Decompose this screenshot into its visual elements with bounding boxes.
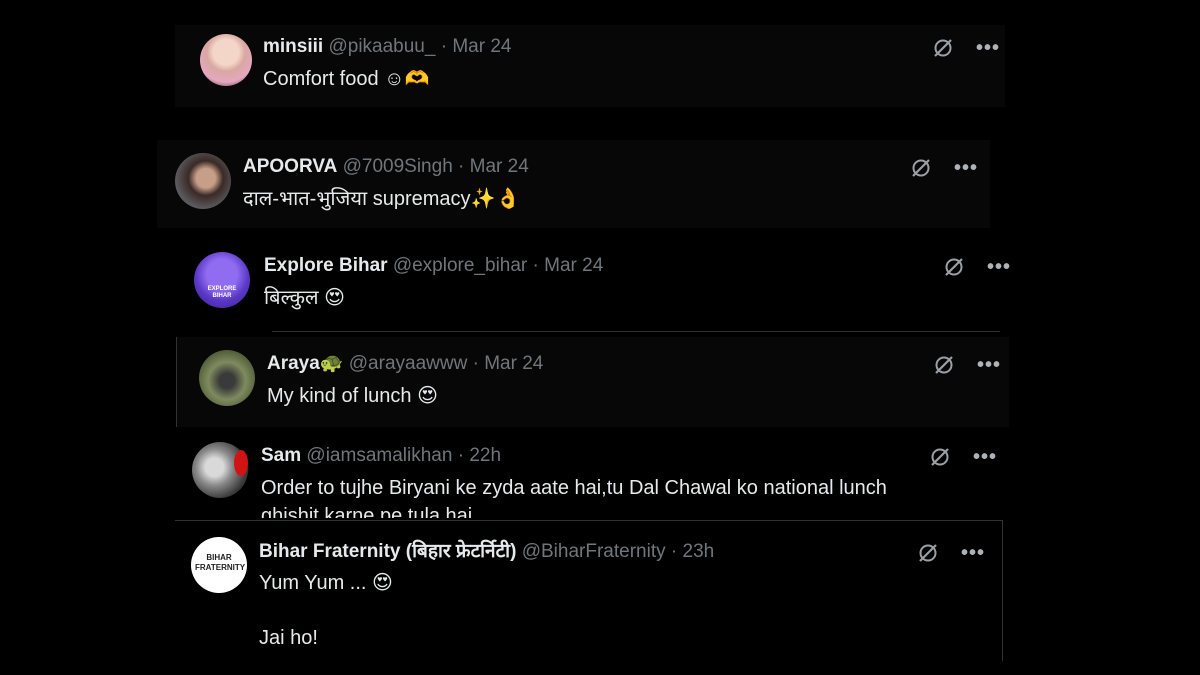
grok-icon[interactable] [943, 256, 965, 278]
grok-icon[interactable] [933, 354, 955, 376]
more-options-icon[interactable]: ••• [954, 158, 978, 178]
display-name[interactable]: Bihar Fraternity (बिहार फ्रेटर्निटी) [259, 541, 516, 562]
display-name[interactable]: Araya🐢 [267, 353, 343, 374]
tweet-header: Bihar Fraternity (बिहार फ्रेटर्निटी) @Bi… [259, 540, 714, 564]
more-options-icon[interactable]: ••• [973, 447, 997, 467]
display-name[interactable]: APOORVA [243, 156, 337, 177]
display-name[interactable]: Explore Bihar [264, 255, 388, 276]
avatar-logo-text: BIHAR FRATERNITY [195, 553, 246, 572]
timestamp[interactable]: Mar 24 [484, 353, 543, 374]
handle[interactable]: @BiharFraternity [522, 541, 666, 562]
timestamp[interactable]: Mar 24 [452, 36, 511, 57]
tweet-header: APOORVA @7009Singh · Mar 24 [243, 155, 529, 179]
tweet-header: minsiii @pikaabuu_ · Mar 24 [263, 35, 511, 59]
tweet-text: Order to tujhe Biryani ke zyda aate hai,… [261, 477, 887, 499]
timestamp[interactable]: 23h [683, 541, 715, 562]
tweet-araya[interactable]: Araya🐢 @arayaawww · Mar 24 My kind of lu… [176, 337, 1009, 427]
avatar[interactable] [199, 350, 255, 406]
timestamp[interactable]: Mar 24 [544, 255, 603, 276]
separator: · [472, 353, 479, 374]
separator: · [440, 36, 448, 57]
tweet-bihar-fraternity[interactable]: BIHAR FRATERNITY Bihar Fraternity (बिहार… [175, 520, 1003, 661]
tweet-text-line2: Jai ho! [259, 627, 318, 649]
grok-icon[interactable] [929, 446, 951, 468]
handle[interactable]: @explore_bihar [393, 255, 527, 276]
separator: · [670, 541, 678, 562]
tweet-header: Araya🐢 @arayaawww · Mar 24 [267, 352, 543, 376]
separator: · [458, 156, 465, 177]
more-options-icon[interactable]: ••• [987, 257, 1011, 277]
display-name[interactable]: minsiii [263, 36, 323, 57]
tweet-header: Explore Bihar @explore_bihar · Mar 24 [264, 254, 603, 278]
tweet-minsiii[interactable]: minsiii @pikaabuu_ · Mar 24 Comfort food… [175, 25, 1005, 107]
avatar[interactable]: BIHAR FRATERNITY [191, 537, 247, 593]
tweet-explore-bihar[interactable]: EXPLORE BIHAR Explore Bihar @explore_bih… [176, 240, 1016, 330]
tweet-sam[interactable]: Sam @iamsamalikhan · 22h Order to tujhe … [176, 430, 1006, 518]
tweet-text: Yum Yum ... 😍 [259, 572, 393, 594]
avatar-badge [234, 450, 248, 476]
more-options-icon[interactable]: ••• [977, 355, 1001, 375]
more-options-icon[interactable]: ••• [961, 543, 985, 563]
display-name[interactable]: Sam [261, 445, 301, 466]
tweet-text: दाल-भात-भुजिया supremacy✨👌 [243, 188, 521, 210]
divider [272, 331, 1000, 332]
tweet-text-line2: ghishit karne pe tula hai [261, 505, 473, 518]
handle[interactable]: @pikaabuu_ [328, 36, 435, 57]
handle[interactable]: @iamsamalikhan [306, 445, 452, 466]
avatar[interactable] [200, 34, 252, 86]
handle[interactable]: @arayaawww [349, 353, 468, 374]
timestamp[interactable]: 22h [469, 445, 501, 466]
tweet-apoorva[interactable]: APOORVA @7009Singh · Mar 24 दाल-भात-भुजि… [157, 140, 990, 228]
grok-icon[interactable] [910, 157, 932, 179]
handle[interactable]: @7009Singh [343, 156, 453, 177]
tweet-text: My kind of lunch 😍 [267, 385, 438, 407]
tweet-header: Sam @iamsamalikhan · 22h [261, 444, 501, 468]
separator: · [457, 445, 465, 466]
tweet-text: बिल्कुल 😍 [264, 287, 345, 309]
separator: · [532, 255, 539, 276]
tweet-text: Comfort food ☺🫶 [263, 68, 430, 90]
avatar[interactable] [175, 153, 231, 209]
grok-icon[interactable] [932, 37, 954, 59]
avatar[interactable]: EXPLORE BIHAR [194, 252, 250, 308]
more-options-icon[interactable]: ••• [976, 38, 1000, 58]
timestamp[interactable]: Mar 24 [470, 156, 529, 177]
avatar-logo-text: EXPLORE BIHAR [207, 286, 237, 299]
grok-icon[interactable] [917, 542, 939, 564]
